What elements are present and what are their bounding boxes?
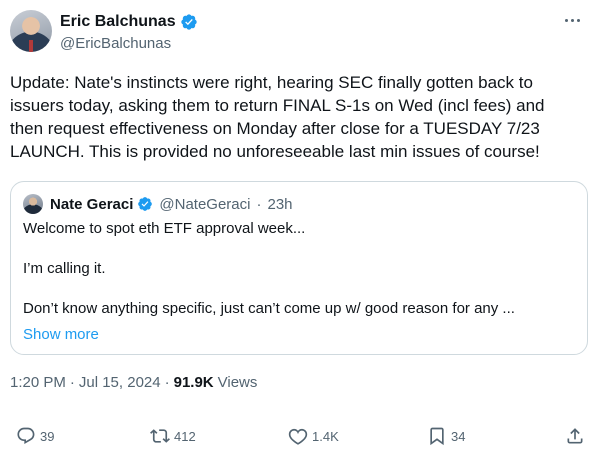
verified-badge-icon[interactable] bbox=[180, 13, 198, 31]
quoted-timestamp: 23h bbox=[267, 195, 293, 213]
quoted-author-name: Nate Geraci bbox=[50, 195, 134, 213]
quoted-author-avatar bbox=[23, 194, 43, 214]
author-avatar[interactable] bbox=[10, 10, 52, 52]
quoted-paragraph: Welcome to spot eth ETF approval week... bbox=[23, 220, 306, 237]
more-options-button[interactable] bbox=[558, 10, 586, 30]
tweet-meta: 1:20 PM · Jul 15, 2024 · 91.9K Views bbox=[10, 374, 257, 391]
quoted-separator: · bbox=[256, 195, 262, 213]
quoted-tweet[interactable]: Nate Geraci @NateGeraci · 23h Welcome to… bbox=[10, 181, 588, 355]
tweet-time[interactable]: 1:20 PM bbox=[10, 374, 66, 391]
verified-badge-icon bbox=[138, 197, 153, 211]
show-more-link[interactable]: Show more bbox=[23, 326, 99, 343]
like-icon bbox=[288, 428, 308, 445]
reply-icon bbox=[17, 427, 35, 444]
views-label: Views bbox=[217, 374, 258, 391]
tweet-date[interactable]: Jul 15, 2024 bbox=[79, 374, 161, 391]
tweet-card: Eric Balchunas @EricBalchunas Update: Na… bbox=[0, 0, 600, 465]
meta-separator: · bbox=[69, 374, 75, 391]
author-handle[interactable]: @EricBalchunas bbox=[60, 35, 198, 52]
quoted-paragraph: I’m calling it. bbox=[23, 260, 106, 277]
tweet-text: Update: Nate's instincts were right, hea… bbox=[10, 73, 545, 161]
bookmark-count: 34 bbox=[451, 428, 466, 444]
quoted-paragraph: Don’t know anything specific, just can’t… bbox=[23, 300, 515, 317]
bookmark-button[interactable]: 34 bbox=[427, 423, 465, 449]
retweet-button[interactable]: 412 bbox=[150, 423, 196, 449]
share-button[interactable] bbox=[565, 423, 585, 449]
reply-button[interactable]: 39 bbox=[16, 423, 54, 449]
action-bar: 39 412 1.4K 34 bbox=[0, 423, 600, 449]
views-count: 91.9K bbox=[173, 374, 214, 391]
quoted-text: Welcome to spot eth ETF approval week...… bbox=[23, 219, 579, 319]
meta-separator: · bbox=[164, 374, 170, 391]
quoted-author-handle: @NateGeraci bbox=[159, 195, 251, 213]
bookmark-icon bbox=[430, 427, 444, 446]
reply-count: 39 bbox=[40, 428, 55, 444]
retweet-count: 412 bbox=[174, 428, 196, 444]
retweet-icon bbox=[150, 429, 170, 443]
author-info: Eric Balchunas @EricBalchunas bbox=[60, 12, 198, 52]
like-button[interactable]: 1.4K bbox=[288, 423, 339, 449]
share-icon bbox=[567, 428, 583, 444]
author-name[interactable]: Eric Balchunas bbox=[60, 13, 176, 31]
like-count: 1.4K bbox=[312, 428, 339, 444]
more-icon bbox=[564, 18, 568, 22]
